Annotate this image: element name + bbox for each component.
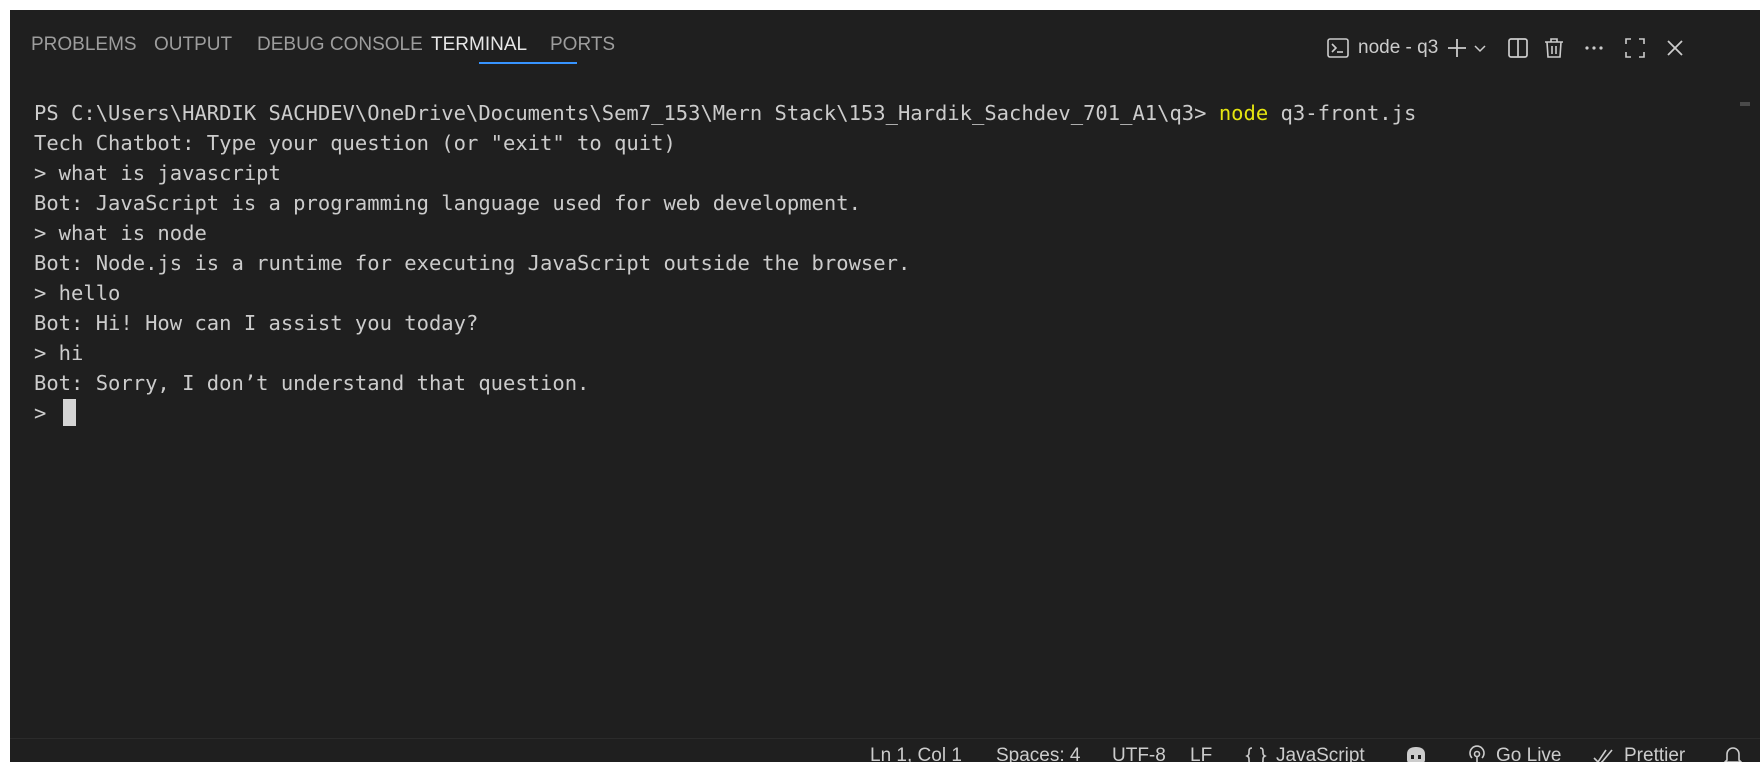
prettier-status[interactable]: Prettier: [1592, 745, 1685, 762]
terminal-line: > hello: [34, 281, 121, 305]
double-check-icon: [1593, 749, 1613, 762]
status-encoding[interactable]: UTF-8: [1112, 745, 1166, 762]
maximize-icon: [1625, 38, 1645, 58]
tab-terminal[interactable]: TERMINAL: [431, 34, 527, 56]
status-bar: Ln 1, Col 1 Spaces: 4 UTF-8 LF JavaScrip…: [10, 738, 1760, 762]
status-language-label: JavaScript: [1276, 745, 1365, 762]
terminal-line: Bot: Sorry, I don’t understand that ques…: [34, 371, 590, 395]
terminal-command-line: PS C:\Users\HARDIK SACHDEV\OneDrive\Docu…: [34, 98, 1730, 128]
terminal-output[interactable]: PS C:\Users\HARDIK SACHDEV\OneDrive\Docu…: [10, 98, 1730, 738]
terminal-cursor: [62, 398, 76, 426]
plus-icon: [1448, 39, 1466, 57]
new-terminal-button[interactable]: [1445, 30, 1469, 66]
notifications-button[interactable]: [1722, 745, 1752, 762]
terminal-instance[interactable]: node - q3: [1326, 30, 1438, 66]
status-indentation[interactable]: Spaces: 4: [996, 745, 1081, 762]
broadcast-icon: [1469, 745, 1485, 762]
terminal-line: > hi: [34, 341, 84, 365]
panel-tab-bar: PROBLEMS OUTPUT DEBUG CONSOLE TERMINAL P…: [10, 10, 1760, 74]
terminal-line: > what is node: [34, 221, 207, 245]
terminal-profile-dropdown[interactable]: [1472, 30, 1488, 66]
tab-output[interactable]: OUTPUT: [154, 34, 232, 56]
close-panel-button[interactable]: [1663, 30, 1687, 66]
vscode-panel: PROBLEMS OUTPUT DEBUG CONSOLE TERMINAL P…: [10, 10, 1760, 762]
terminal-instance-name: node - q3: [1358, 37, 1439, 58]
terminal-scrollbar[interactable]: [1740, 102, 1750, 106]
more-actions-button[interactable]: [1582, 30, 1606, 66]
terminal-line: Bot: Node.js is a runtime for executing …: [34, 251, 911, 275]
split-icon: [1508, 38, 1528, 58]
ellipsis-icon: [1585, 46, 1603, 50]
go-live-label: Go Live: [1496, 745, 1562, 762]
terminal-line: Bot: JavaScript is a programming languag…: [34, 191, 861, 215]
prettier-label: Prettier: [1624, 745, 1686, 762]
command-args: q3-front.js: [1268, 101, 1417, 125]
input-prompt: >: [34, 401, 59, 425]
tab-ports[interactable]: PORTS: [550, 34, 615, 56]
close-icon: [1667, 40, 1683, 56]
kill-terminal-button[interactable]: [1542, 30, 1566, 66]
active-tab-indicator: [479, 62, 577, 64]
status-cursor-position[interactable]: Ln 1, Col 1: [870, 745, 962, 762]
terminal-prompt: PS C:\Users\HARDIK SACHDEV\OneDrive\Docu…: [34, 101, 1219, 125]
terminal-line: > what is javascript: [34, 161, 281, 185]
tab-debug-console[interactable]: DEBUG CONSOLE: [257, 34, 423, 56]
terminal-line: Tech Chatbot: Type your question (or "ex…: [34, 131, 676, 155]
split-terminal-button[interactable]: [1506, 30, 1530, 66]
chevron-down-icon: [1474, 45, 1486, 53]
bell-icon: [1723, 747, 1743, 762]
terminal-input-line[interactable]: >: [34, 398, 1730, 428]
status-eol[interactable]: LF: [1190, 745, 1212, 762]
terminal-line: Bot: Hi! How can I assist you today?: [34, 311, 479, 335]
status-copilot[interactable]: [1403, 745, 1437, 762]
status-language[interactable]: JavaScript: [1244, 745, 1365, 762]
braces-icon: [1245, 747, 1267, 762]
go-live-button[interactable]: Go Live: [1466, 745, 1561, 762]
terminal-icon: [1327, 38, 1349, 58]
copilot-icon: [1407, 747, 1425, 762]
command-keyword: node: [1218, 101, 1269, 125]
trash-icon: [1545, 38, 1563, 58]
terminal-actions: node - q3: [1320, 30, 1760, 66]
maximize-panel-button[interactable]: [1623, 30, 1647, 66]
tab-problems[interactable]: PROBLEMS: [31, 34, 137, 56]
